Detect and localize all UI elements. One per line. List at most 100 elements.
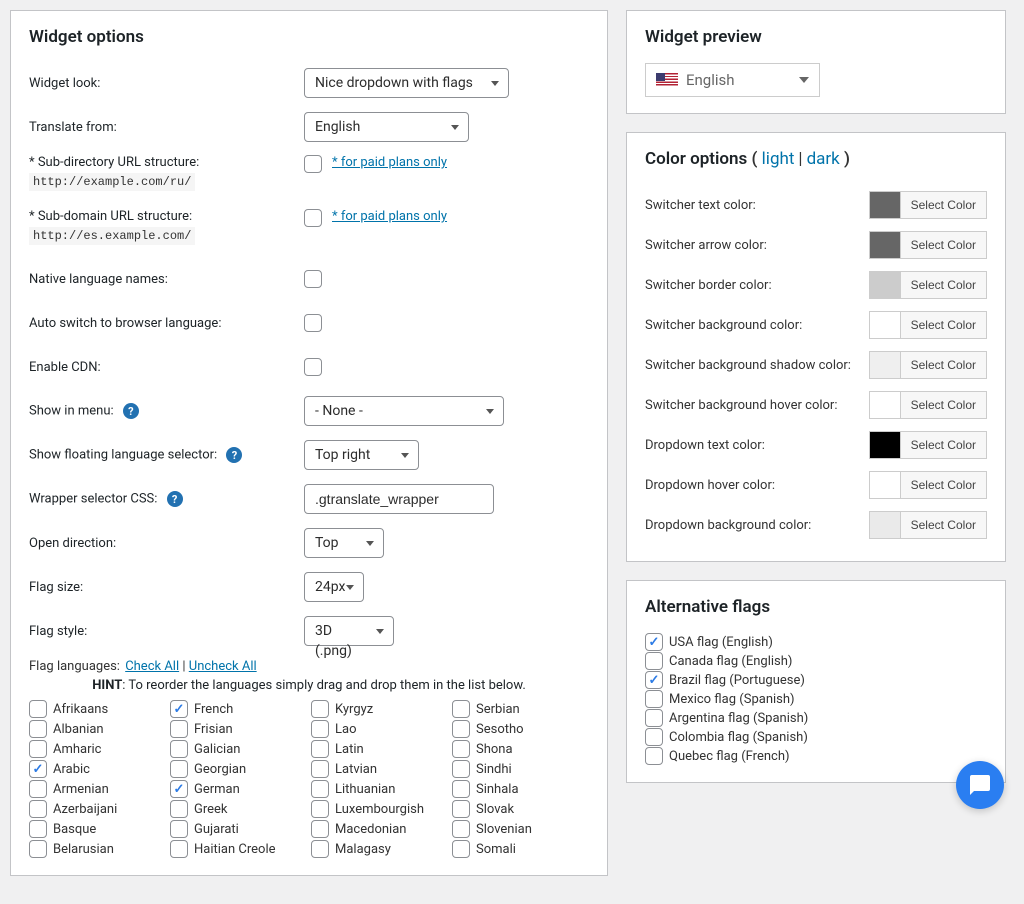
- select-color-button[interactable]: Select Color: [900, 431, 987, 459]
- auto-switch-checkbox[interactable]: [304, 314, 322, 332]
- language-item[interactable]: Galician: [170, 740, 307, 758]
- language-checkbox[interactable]: [170, 720, 188, 738]
- language-checkbox[interactable]: [452, 800, 470, 818]
- language-checkbox[interactable]: [452, 760, 470, 778]
- alt-flag-checkbox[interactable]: [645, 709, 663, 727]
- translate-from-select[interactable]: English: [304, 112, 469, 142]
- language-item[interactable]: Sindhi: [452, 760, 589, 778]
- language-item[interactable]: Macedonian: [311, 820, 448, 838]
- language-checkbox[interactable]: [311, 840, 329, 858]
- language-switcher-preview[interactable]: English: [645, 63, 820, 97]
- alt-flag-item[interactable]: USA flag (English): [645, 633, 987, 651]
- open-direction-select[interactable]: Top: [304, 528, 384, 558]
- flag-style-select[interactable]: 3D (.png): [304, 616, 394, 646]
- uncheck-all-link[interactable]: Uncheck All: [189, 659, 257, 674]
- alt-flag-item[interactable]: Quebec flag (French): [645, 747, 987, 765]
- language-checkbox[interactable]: [452, 720, 470, 738]
- language-checkbox[interactable]: [311, 720, 329, 738]
- language-item[interactable]: German: [170, 780, 307, 798]
- language-checkbox[interactable]: [29, 800, 47, 818]
- dark-preset-link[interactable]: dark: [807, 149, 840, 169]
- language-checkbox[interactable]: [452, 840, 470, 858]
- language-item[interactable]: Gujarati: [170, 820, 307, 838]
- language-item[interactable]: Lithuanian: [311, 780, 448, 798]
- language-checkbox[interactable]: [29, 760, 47, 778]
- color-swatch[interactable]: [869, 511, 901, 539]
- language-item[interactable]: Sinhala: [452, 780, 589, 798]
- language-item[interactable]: Armenian: [29, 780, 166, 798]
- language-item[interactable]: Haitian Creole: [170, 840, 307, 858]
- language-item[interactable]: Azerbaijani: [29, 800, 166, 818]
- language-item[interactable]: Sesotho: [452, 720, 589, 738]
- help-icon[interactable]: ?: [226, 447, 242, 463]
- flag-size-select[interactable]: 24px: [304, 572, 364, 602]
- language-checkbox[interactable]: [311, 800, 329, 818]
- language-checkbox[interactable]: [170, 780, 188, 798]
- select-color-button[interactable]: Select Color: [900, 311, 987, 339]
- language-item[interactable]: Shona: [452, 740, 589, 758]
- select-color-button[interactable]: Select Color: [900, 191, 987, 219]
- language-item[interactable]: Amharic: [29, 740, 166, 758]
- enable-cdn-checkbox[interactable]: [304, 358, 322, 376]
- language-item[interactable]: Slovak: [452, 800, 589, 818]
- language-item[interactable]: Greek: [170, 800, 307, 818]
- language-item[interactable]: Georgian: [170, 760, 307, 778]
- alt-flag-checkbox[interactable]: [645, 671, 663, 689]
- color-swatch[interactable]: [869, 431, 901, 459]
- help-icon[interactable]: ?: [123, 403, 139, 419]
- floating-selector-select[interactable]: Top right: [304, 440, 419, 470]
- language-checkbox[interactable]: [311, 740, 329, 758]
- color-swatch[interactable]: [869, 351, 901, 379]
- alt-flag-checkbox[interactable]: [645, 728, 663, 746]
- widget-look-select[interactable]: Nice dropdown with flags: [304, 68, 509, 98]
- language-item[interactable]: Luxembourgish: [311, 800, 448, 818]
- language-checkbox[interactable]: [311, 700, 329, 718]
- language-checkbox[interactable]: [311, 760, 329, 778]
- native-names-checkbox[interactable]: [304, 270, 322, 288]
- sub-domain-paid-link[interactable]: * for paid plans only: [332, 209, 447, 224]
- language-checkbox[interactable]: [170, 840, 188, 858]
- alt-flag-item[interactable]: Argentina flag (Spanish): [645, 709, 987, 727]
- language-checkbox[interactable]: [311, 780, 329, 798]
- alt-flag-item[interactable]: Mexico flag (Spanish): [645, 690, 987, 708]
- alt-flag-item[interactable]: Colombia flag (Spanish): [645, 728, 987, 746]
- select-color-button[interactable]: Select Color: [900, 231, 987, 259]
- language-checkbox[interactable]: [29, 780, 47, 798]
- language-item[interactable]: Latvian: [311, 760, 448, 778]
- language-item[interactable]: Serbian: [452, 700, 589, 718]
- language-item[interactable]: French: [170, 700, 307, 718]
- language-checkbox[interactable]: [170, 740, 188, 758]
- language-checkbox[interactable]: [29, 740, 47, 758]
- alt-flag-item[interactable]: Brazil flag (Portuguese): [645, 671, 987, 689]
- color-swatch[interactable]: [869, 311, 901, 339]
- language-checkbox[interactable]: [170, 820, 188, 838]
- language-checkbox[interactable]: [29, 840, 47, 858]
- help-icon[interactable]: ?: [167, 491, 183, 507]
- language-item[interactable]: Albanian: [29, 720, 166, 738]
- language-item[interactable]: Slovenian: [452, 820, 589, 838]
- language-checkbox[interactable]: [170, 800, 188, 818]
- select-color-button[interactable]: Select Color: [900, 351, 987, 379]
- language-checkbox[interactable]: [29, 820, 47, 838]
- color-swatch[interactable]: [869, 271, 901, 299]
- language-item[interactable]: Frisian: [170, 720, 307, 738]
- select-color-button[interactable]: Select Color: [900, 271, 987, 299]
- check-all-link[interactable]: Check All: [125, 659, 179, 674]
- language-item[interactable]: Somali: [452, 840, 589, 858]
- language-item[interactable]: Basque: [29, 820, 166, 838]
- language-item[interactable]: Malagasy: [311, 840, 448, 858]
- color-swatch[interactable]: [869, 231, 901, 259]
- language-checkbox[interactable]: [29, 700, 47, 718]
- language-item[interactable]: Kyrgyz: [311, 700, 448, 718]
- alt-flag-item[interactable]: Canada flag (English): [645, 652, 987, 670]
- sub-directory-paid-link[interactable]: * for paid plans only: [332, 155, 447, 170]
- color-swatch[interactable]: [869, 191, 901, 219]
- color-swatch[interactable]: [869, 471, 901, 499]
- language-checkbox[interactable]: [452, 740, 470, 758]
- language-item[interactable]: Afrikaans: [29, 700, 166, 718]
- language-item[interactable]: Belarusian: [29, 840, 166, 858]
- alt-flag-checkbox[interactable]: [645, 633, 663, 651]
- language-checkbox[interactable]: [452, 780, 470, 798]
- language-checkbox[interactable]: [29, 720, 47, 738]
- select-color-button[interactable]: Select Color: [900, 511, 987, 539]
